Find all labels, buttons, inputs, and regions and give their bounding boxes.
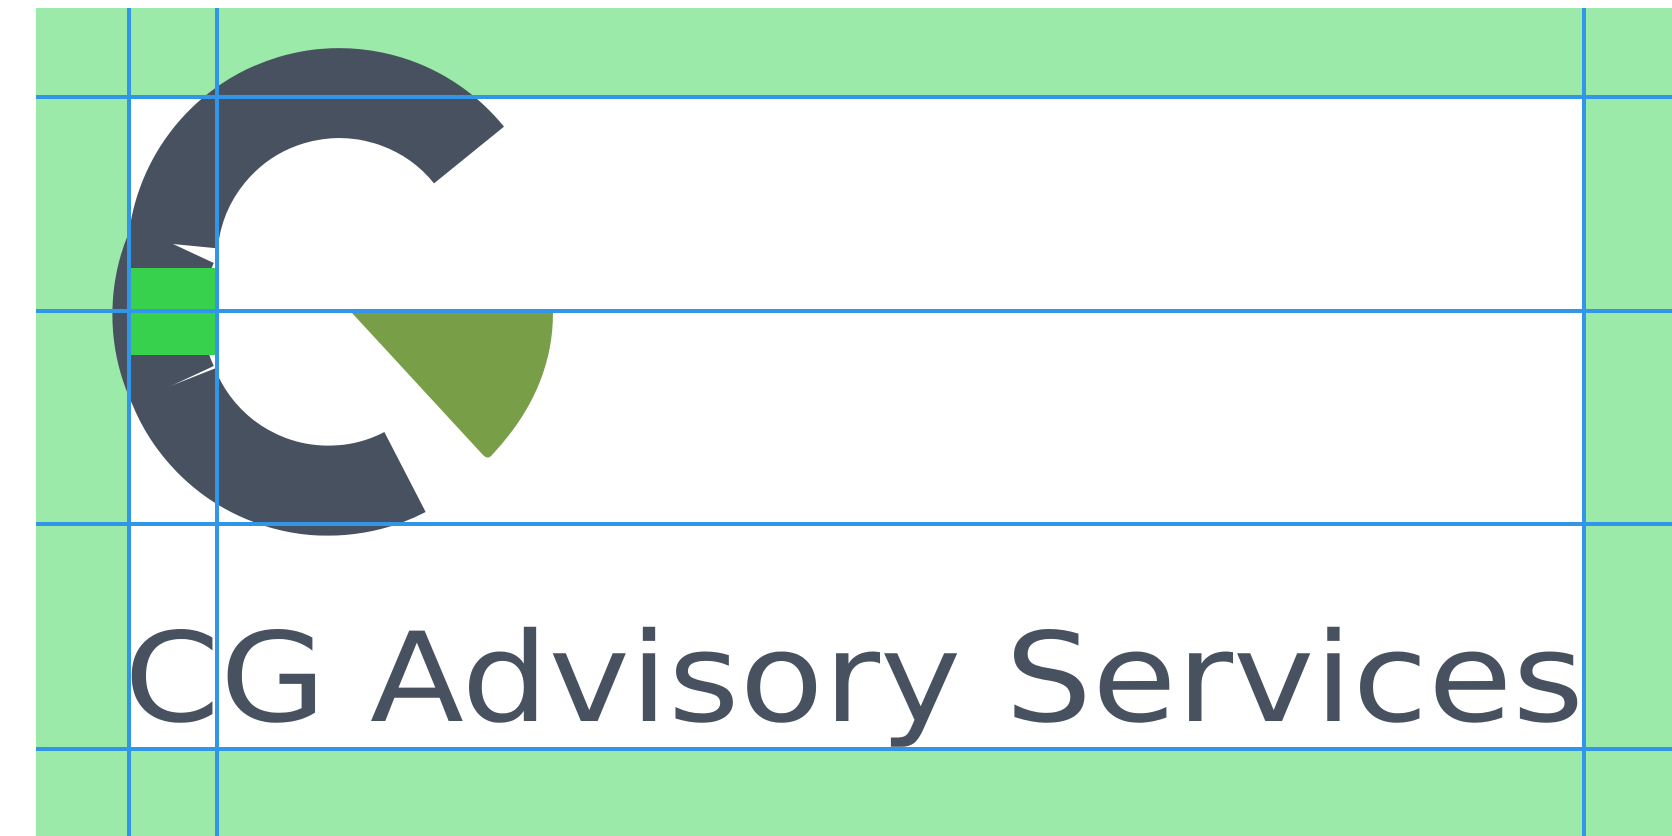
logo-clear-space-diagram: CG Advisory Services (36, 8, 1672, 836)
logo-wordmark-text: CG Advisory Services (124, 607, 1584, 751)
